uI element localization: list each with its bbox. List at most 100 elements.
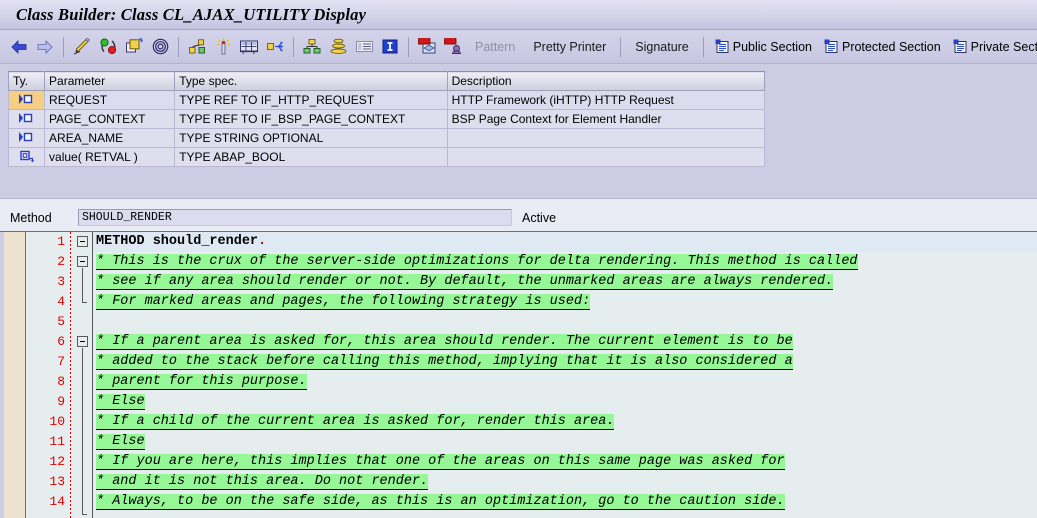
parameters-icon[interactable] [185, 35, 209, 59]
column-header-parameter[interactable]: Parameter [44, 71, 176, 91]
table-row[interactable]: value( RETVAL ) TYPE ABAP_BOOL [7, 147, 766, 167]
param-name-cell[interactable]: value( RETVAL ) [44, 147, 176, 167]
toolbar-separator [702, 36, 704, 57]
code-line[interactable]: * see if any area should render or not. … [93, 272, 1037, 292]
param-type-cell[interactable] [7, 128, 46, 148]
public-section-label: Public Section [732, 39, 812, 54]
param-type-cell[interactable] [7, 109, 46, 129]
code-line[interactable]: * and it is not this area. Do not render… [93, 472, 1037, 492]
param-type-cell[interactable] [7, 147, 46, 167]
source-code-icon[interactable] [237, 35, 261, 59]
param-description-cell[interactable]: HTTP Framework (iHTTP) HTTP Request [446, 90, 766, 110]
protected-section-button[interactable]: Protected Section [818, 39, 947, 54]
line-number: 11 [49, 434, 65, 449]
table-row[interactable]: REQUEST TYPE REF TO IF_HTTP_REQUEST HTTP… [7, 90, 766, 110]
code-line[interactable]: * added to the stack before calling this… [93, 352, 1037, 372]
exceptions-wand-icon[interactable] [211, 35, 235, 59]
method-name-input[interactable]: SHOULD_RENDER [78, 209, 512, 226]
code-line[interactable]: * Else [93, 432, 1037, 452]
class-hierarchy-icon[interactable] [300, 35, 324, 59]
line-number: 10 [49, 414, 65, 429]
list-view-icon[interactable] [352, 35, 376, 59]
line-number: 4 [57, 294, 65, 309]
code-cmt-segment: * For marked areas and pages, the follow… [96, 294, 591, 310]
code-cmt-segment: * If you are here, this implies that one… [96, 454, 785, 470]
page-title: Class Builder: Class CL_AJAX_UTILITY Dis… [16, 4, 367, 24]
line-number: 8 [57, 374, 65, 389]
signature-button[interactable]: Signature [626, 35, 698, 59]
gutter-dotted-rule [70, 232, 71, 518]
fold-collapse-icon[interactable] [77, 236, 88, 247]
code-line[interactable]: * Always, to be on the safe side, as thi… [93, 492, 1037, 512]
table-row[interactable]: AREA_NAME TYPE STRING OPTIONAL [7, 128, 766, 148]
column-header-description[interactable]: Description [446, 71, 766, 91]
fold-collapse-icon[interactable] [77, 256, 88, 267]
param-name-cell[interactable]: REQUEST [44, 90, 176, 110]
main-toolbar: Pattern Pretty Printer Signature Public … [0, 30, 1037, 64]
line-number: 14 [49, 494, 65, 509]
line-number: 3 [57, 274, 65, 289]
code-line[interactable]: * This is the crux of the server-side op… [93, 252, 1037, 272]
param-typespec-cell[interactable]: TYPE STRING OPTIONAL [174, 128, 448, 148]
fold-collapse-icon[interactable] [77, 336, 88, 347]
param-description-cell[interactable]: BSP Page Context for Element Handler [446, 109, 766, 129]
section-document-icon [824, 39, 839, 54]
param-description-cell[interactable] [446, 147, 766, 167]
param-typespec-cell[interactable]: TYPE REF TO IF_HTTP_REQUEST [174, 90, 448, 110]
status-badge: Active [522, 210, 557, 225]
pencil-display-change-icon[interactable] [70, 35, 94, 59]
code-cmt-segment: * and it is not this area. Do not render… [96, 474, 429, 490]
check-syntax-icon[interactable] [96, 35, 120, 59]
line-number: 2 [57, 254, 65, 269]
code-line[interactable]: * For marked areas and pages, the follow… [93, 292, 1037, 312]
code-text-area[interactable]: METHOD should_render. * This is the crux … [92, 232, 1037, 518]
public-section-button[interactable]: Public Section [709, 39, 818, 54]
code-editor: 1 2 3 4 5 6 7 8 9 10 11 12 13 14 METHOD should_render… [0, 231, 1037, 518]
section-document-icon [953, 39, 968, 54]
param-name-cell[interactable]: AREA_NAME [44, 128, 176, 148]
code-line[interactable]: * If a parent area is asked for, this ar… [93, 332, 1037, 352]
code-line[interactable] [93, 312, 1037, 332]
param-name-cell[interactable]: PAGE_CONTEXT [44, 109, 176, 129]
line-number: 7 [57, 354, 65, 369]
editor-breakpoint-margin[interactable] [4, 232, 26, 518]
private-section-label: Private Section [970, 39, 1037, 54]
code-fold-column[interactable] [74, 232, 92, 518]
back-arrow-icon[interactable] [7, 35, 31, 59]
window-title-bar: Class Builder: Class CL_AJAX_UTILITY Dis… [0, 0, 1037, 30]
toolbar-separator [63, 36, 64, 57]
line-number-gutter: 1 2 3 4 5 6 7 8 9 10 11 12 13 14 [26, 232, 74, 518]
code-line[interactable]: METHOD should_render. [93, 232, 1037, 252]
param-type-cell[interactable] [7, 90, 46, 110]
redefine-arrows-icon[interactable] [263, 35, 287, 59]
macros-icon[interactable] [441, 35, 465, 59]
class-builder-window: Class Builder: Class CL_AJAX_UTILITY Dis… [0, 0, 1037, 518]
local-types-icon[interactable] [415, 35, 439, 59]
code-line[interactable]: * If you are here, this implies that one… [93, 452, 1037, 472]
code-line[interactable]: * If a child of the current area is aske… [93, 412, 1037, 432]
param-typespec-cell[interactable]: TYPE ABAP_BOOL [174, 147, 448, 167]
code-cmt-segment: * This is the crux of the server-side op… [96, 254, 858, 270]
fold-bracket-line [82, 348, 83, 514]
table-row[interactable]: PAGE_CONTEXT TYPE REF TO IF_BSP_PAGE_CON… [7, 109, 766, 129]
param-typespec-cell[interactable]: TYPE REF TO IF_BSP_PAGE_CONTEXT [174, 109, 448, 129]
toolbar-separator [408, 36, 409, 57]
importing-parameter-icon [17, 111, 37, 126]
column-header-type-spec[interactable]: Type spec. [174, 71, 448, 91]
fold-bracket-end [82, 514, 87, 515]
spiral-where-used-icon[interactable] [148, 35, 172, 59]
activate-icon[interactable] [122, 35, 146, 59]
method-bar: Method SHOULD_RENDER Active [0, 204, 1037, 231]
inheritance-stack-icon[interactable] [326, 35, 350, 59]
private-section-button[interactable]: Private Section [947, 39, 1037, 54]
forward-arrow-icon[interactable] [33, 35, 57, 59]
column-header-ty[interactable]: Ty. [7, 71, 46, 91]
pretty-printer-button[interactable]: Pretty Printer [524, 35, 615, 59]
pattern-button[interactable]: Pattern [466, 35, 524, 59]
code-line[interactable]: * Else [93, 392, 1037, 412]
code-cmt-segment: * Else [96, 434, 145, 450]
info-icon[interactable] [378, 35, 402, 59]
importing-parameter-icon [17, 92, 37, 107]
param-description-cell[interactable] [446, 128, 766, 148]
code-line[interactable]: * parent for this purpose. [93, 372, 1037, 392]
